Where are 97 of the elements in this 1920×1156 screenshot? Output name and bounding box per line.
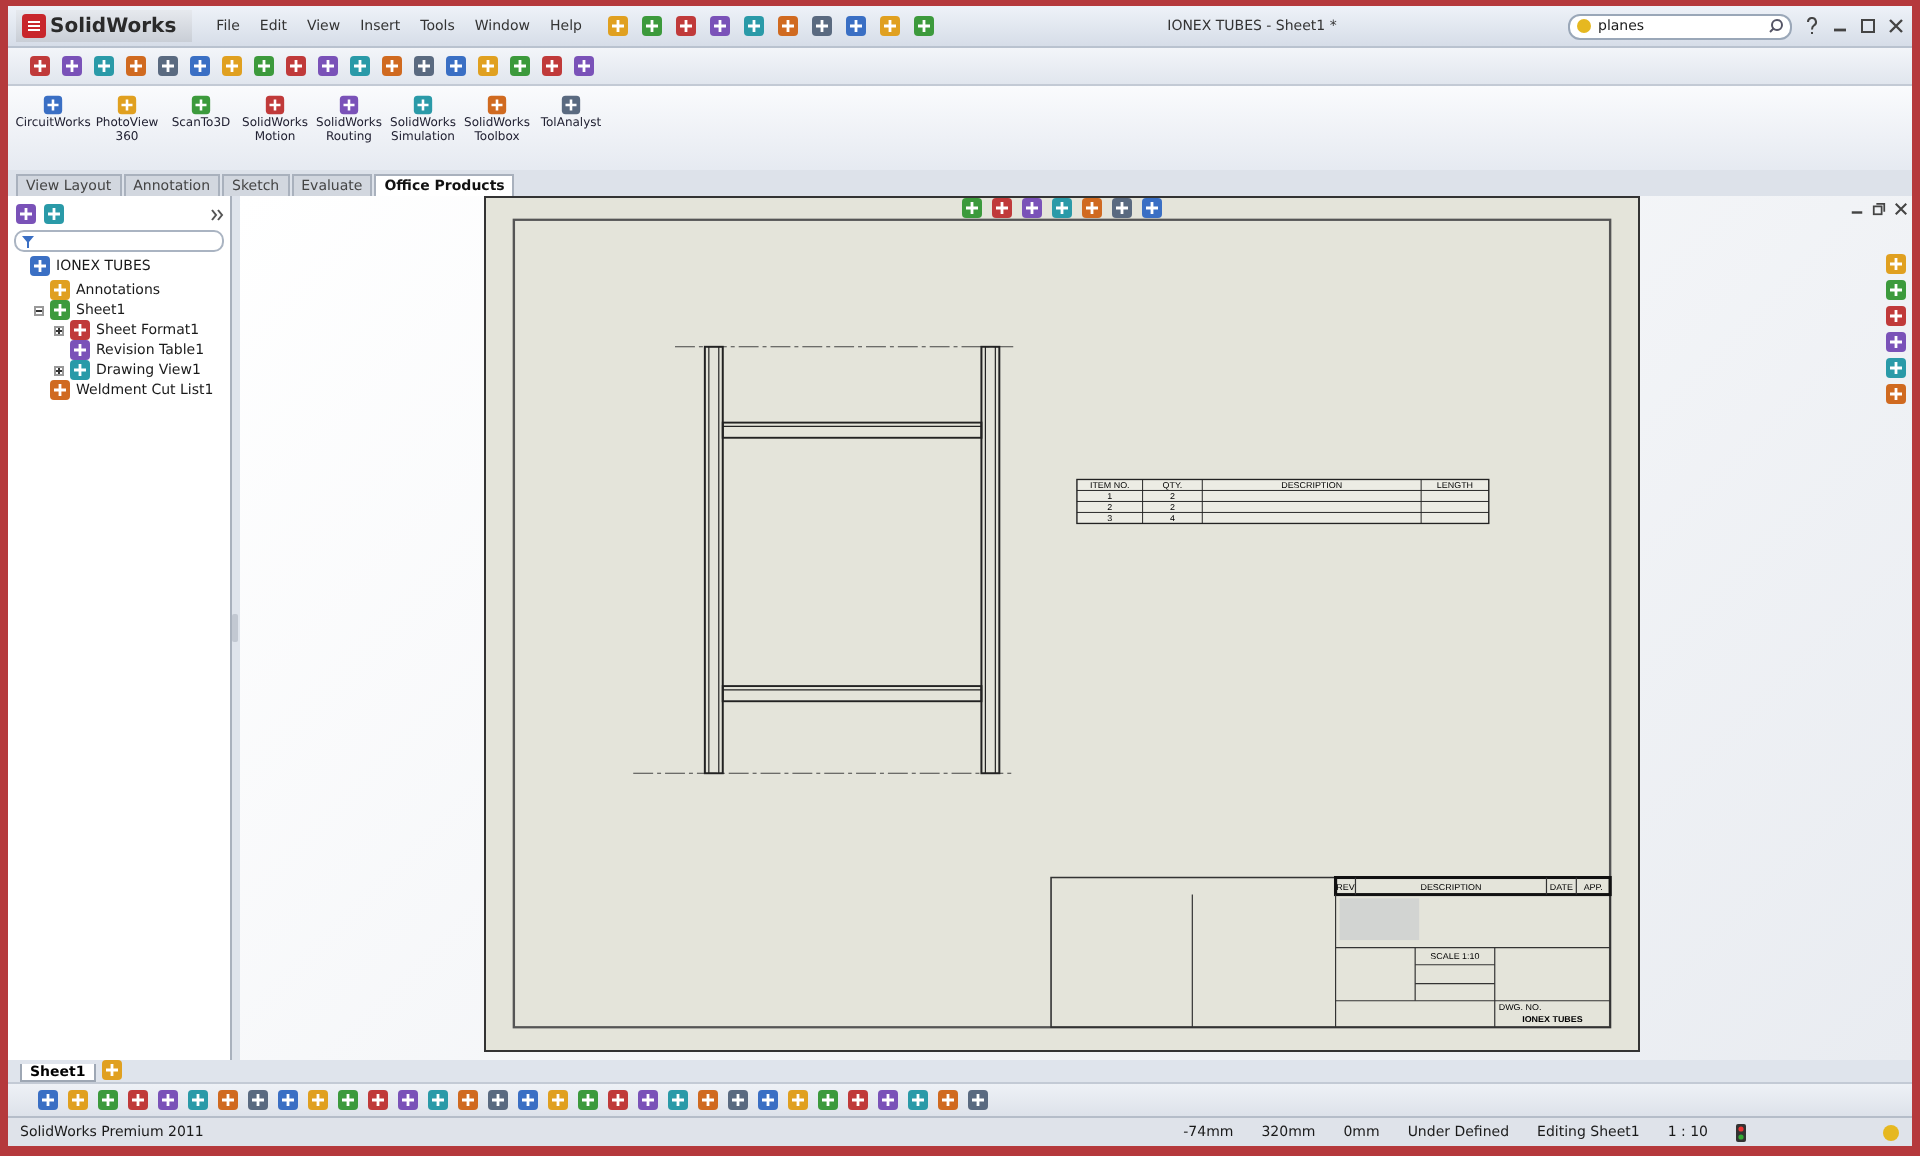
command-icon[interactable] [190, 94, 212, 116]
close-icon[interactable] [1888, 18, 1904, 34]
toolbar-icon[interactable] [380, 54, 404, 78]
toolbar-icon[interactable] [186, 1088, 210, 1112]
expander-icon[interactable] [34, 305, 44, 315]
toolbar-icon[interactable] [92, 54, 116, 78]
command-icon[interactable] [264, 94, 286, 116]
close-icon[interactable] [1894, 202, 1908, 216]
toolbar-icon[interactable] [775, 14, 800, 38]
toolbar-icon[interactable] [156, 54, 180, 78]
view-tool-icon[interactable] [1140, 195, 1164, 219]
command-icon[interactable] [486, 94, 508, 116]
task-pane-icon[interactable] [1884, 304, 1908, 328]
toolbar-icon[interactable] [741, 14, 766, 38]
toolbar-icon[interactable] [336, 1088, 360, 1112]
toolbar-icon[interactable] [456, 1088, 480, 1112]
toolbar-icon[interactable] [809, 14, 834, 38]
search-icon[interactable] [1768, 18, 1784, 34]
view-tool-icon[interactable] [990, 195, 1014, 219]
filter-field[interactable] [14, 230, 224, 252]
toolbar-icon[interactable] [576, 1088, 600, 1112]
app-name: SolidWorks [50, 15, 177, 37]
toolbar-icon[interactable] [276, 1088, 300, 1112]
view-tool-icon[interactable] [1110, 195, 1134, 219]
toolbar-icon[interactable] [252, 54, 276, 78]
splitter-handle[interactable] [232, 614, 238, 642]
tree-node-icon[interactable] [68, 358, 92, 382]
traffic-light-icon [1736, 1123, 1746, 1141]
toolbar-icon[interactable] [876, 1088, 900, 1112]
task-pane-icon[interactable] [1884, 382, 1908, 406]
tree-node-icon[interactable] [28, 254, 52, 278]
toolbar-icon[interactable] [486, 1088, 510, 1112]
expand-icon[interactable] [210, 207, 224, 221]
toolbar-icon[interactable] [906, 1088, 930, 1112]
toolbar-icon[interactable] [126, 1088, 150, 1112]
toolbar-icon[interactable] [96, 1088, 120, 1112]
toolbar-icon[interactable] [636, 1088, 660, 1112]
toolbar-icon[interactable] [726, 1088, 750, 1112]
view-tool-icon[interactable] [1020, 195, 1044, 219]
tree-node-icon[interactable] [68, 338, 92, 362]
toolbar-icon[interactable] [412, 54, 436, 78]
panel-tab-icon[interactable] [42, 202, 66, 226]
toolbar-icon[interactable] [756, 1088, 780, 1112]
toolbar-icon[interactable] [911, 14, 936, 38]
toolbar-icon[interactable] [124, 54, 148, 78]
toolbar-icon[interactable] [696, 1088, 720, 1112]
app-logo-icon [22, 14, 46, 38]
command-icon[interactable] [338, 94, 360, 116]
toolbar-icon[interactable] [843, 14, 868, 38]
toolbar-icon[interactable] [966, 1088, 990, 1112]
tree-node-icon[interactable] [48, 298, 72, 322]
toolbar-icon[interactable] [666, 1088, 690, 1112]
toolbar-icon[interactable] [348, 54, 372, 78]
toolbar-icon[interactable] [572, 54, 596, 78]
maximize-icon[interactable] [1860, 18, 1876, 34]
task-pane-icon[interactable] [1884, 356, 1908, 380]
toolbar-icon[interactable] [366, 1088, 390, 1112]
toolbar-icon[interactable] [216, 1088, 240, 1112]
command-icon[interactable] [560, 94, 582, 116]
toolbar-icon[interactable] [396, 1088, 420, 1112]
tree-node-icon[interactable] [68, 318, 92, 342]
toolbar-icon[interactable] [936, 1088, 960, 1112]
expander-icon[interactable] [54, 325, 64, 335]
view-tool-icon[interactable] [960, 195, 984, 219]
tree-node-icon[interactable] [48, 278, 72, 302]
toolbar-icon[interactable] [707, 14, 732, 38]
toolbar-icon[interactable] [36, 1088, 60, 1112]
toolbar-icon[interactable] [188, 54, 212, 78]
toolbar-icon[interactable] [540, 54, 564, 78]
tree-node-icon[interactable] [48, 378, 72, 402]
toolbar-icon[interactable] [673, 14, 698, 38]
toolbar-icon[interactable] [846, 1088, 870, 1112]
toolbar-icon[interactable] [508, 54, 532, 78]
toolbar-icon[interactable] [28, 54, 52, 78]
task-pane-icon[interactable] [1884, 330, 1908, 354]
command-icon[interactable] [412, 94, 434, 116]
toolbar-icon[interactable] [316, 54, 340, 78]
task-pane-icon[interactable] [1884, 278, 1908, 302]
toolbar-icon[interactable] [516, 1088, 540, 1112]
toolbar-icon[interactable] [426, 1088, 450, 1112]
toolbar-icon[interactable] [816, 1088, 840, 1112]
toolbar-icon[interactable] [156, 1088, 180, 1112]
help-icon[interactable] [1804, 16, 1820, 36]
restore-icon[interactable] [1872, 202, 1886, 216]
expander-icon[interactable] [54, 365, 64, 375]
toolbar-icon[interactable] [284, 54, 308, 78]
view-tool-icon[interactable] [1050, 195, 1074, 219]
toolbar-icon[interactable] [606, 1088, 630, 1112]
logo-placeholder [1339, 898, 1420, 941]
panel-tab-icon[interactable] [14, 202, 38, 226]
command-icon[interactable] [42, 94, 64, 116]
toolbar-icon[interactable] [60, 54, 84, 78]
toolbar-icon[interactable] [444, 54, 468, 78]
view-tool-icon[interactable] [1080, 195, 1104, 219]
toolbar-icon[interactable] [246, 1088, 270, 1112]
filter-icon [22, 235, 34, 247]
toolbar-icon[interactable] [639, 14, 664, 38]
